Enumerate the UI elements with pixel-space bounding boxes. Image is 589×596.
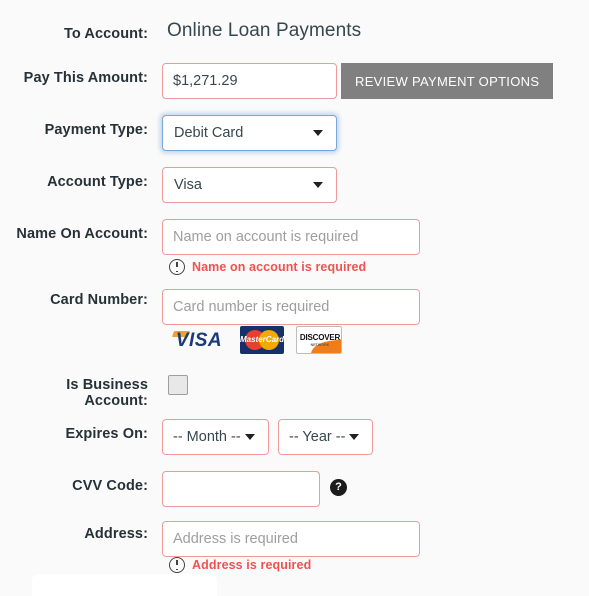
visa-logo-text: VISA bbox=[175, 330, 223, 351]
cvv-code-label: CVV Code: bbox=[72, 478, 148, 494]
chevron-down-icon bbox=[313, 130, 323, 136]
pay-amount-label: Pay This Amount: bbox=[23, 70, 148, 86]
alert-circle-icon bbox=[169, 259, 185, 275]
row-expires-on: Expires On: -- Month -- -- Year -- bbox=[0, 410, 589, 462]
name-on-account-label: Name On Account: bbox=[16, 226, 148, 242]
name-error-field: Name on account is required bbox=[162, 258, 589, 275]
row-payment-type: Payment Type: Debit Card bbox=[0, 106, 589, 158]
address-input[interactable] bbox=[162, 521, 420, 557]
expiry-month-select[interactable]: -- Month -- bbox=[162, 419, 269, 455]
name-on-account-group bbox=[162, 210, 589, 255]
row-account-type: Account Type: Visa bbox=[0, 158, 589, 210]
address-error-field: Address is required bbox=[162, 556, 589, 573]
mastercard-logo-text: MasterCard bbox=[240, 335, 284, 344]
mastercard-icon: MasterCard bbox=[240, 326, 284, 354]
is-business-account-checkbox[interactable] bbox=[168, 375, 188, 395]
accepted-cards-field: VISA MasterCard DISCOVER NETWORK bbox=[162, 324, 589, 354]
chevron-down-icon bbox=[245, 434, 255, 440]
discover-logo-subtext: NETWORK bbox=[310, 343, 330, 347]
expires-on-label: Expires On: bbox=[65, 426, 148, 442]
pay-amount-group: REVIEW PAYMENT OPTIONS bbox=[162, 54, 589, 99]
name-on-account-error-text: Name on account is required bbox=[192, 260, 367, 274]
cvv-code-input[interactable] bbox=[162, 471, 320, 507]
expiry-year-select[interactable]: -- Year -- bbox=[278, 419, 373, 455]
accepted-card-logos: VISA MasterCard DISCOVER NETWORK bbox=[162, 324, 589, 354]
is-business-account-label: Is Business Account: bbox=[66, 377, 148, 409]
row-address: Address: bbox=[0, 512, 589, 557]
payment-type-field: Debit Card bbox=[162, 106, 589, 151]
is-business-account-field bbox=[162, 366, 589, 395]
chevron-down-icon bbox=[313, 182, 323, 188]
visa-icon: VISA bbox=[170, 327, 228, 353]
discover-icon: DISCOVER NETWORK bbox=[296, 326, 342, 354]
account-type-selected-value: Visa bbox=[174, 177, 202, 193]
row-to-account: To Account: Online Loan Payments bbox=[0, 8, 589, 54]
card-number-field bbox=[162, 280, 589, 325]
row-name-on-account-error: Name on account is required bbox=[0, 258, 589, 280]
payment-type-label: Payment Type: bbox=[44, 122, 148, 138]
address-label: Address: bbox=[84, 526, 148, 542]
discover-logo-text: DISCOVER bbox=[299, 333, 341, 342]
account-type-group: Visa bbox=[162, 158, 589, 203]
to-account-label: To Account: bbox=[63, 26, 148, 42]
to-account-value: Online Loan Payments bbox=[167, 20, 362, 41]
account-type-field: Visa bbox=[162, 158, 589, 203]
row-cvv-code: CVV Code: ? bbox=[0, 462, 589, 512]
row-name-on-account: Name On Account: bbox=[0, 210, 589, 258]
payment-form: To Account: Online Loan Payments Pay Thi… bbox=[0, 0, 589, 578]
bottom-page-artifact bbox=[32, 574, 217, 596]
name-on-account-error-message: Name on account is required bbox=[162, 258, 589, 275]
chevron-down-icon bbox=[349, 434, 359, 440]
row-pay-this-amount: Pay This Amount: REVIEW PAYMENT OPTIONS bbox=[0, 54, 589, 106]
help-circle-icon[interactable]: ? bbox=[330, 479, 347, 496]
to-account-field: Online Loan Payments bbox=[162, 8, 589, 42]
expires-on-field: -- Month -- -- Year -- bbox=[162, 410, 589, 455]
pay-amount-field: REVIEW PAYMENT OPTIONS bbox=[162, 54, 589, 99]
row-accepted-cards: VISA MasterCard DISCOVER NETWORK bbox=[0, 324, 589, 366]
account-type-select[interactable]: Visa bbox=[162, 167, 337, 203]
card-number-label: Card Number: bbox=[50, 292, 148, 308]
payment-type-select[interactable]: Debit Card bbox=[162, 115, 337, 151]
review-payment-options-button[interactable]: REVIEW PAYMENT OPTIONS bbox=[341, 63, 554, 99]
card-number-group bbox=[162, 280, 589, 325]
row-is-business-account: Is Business Account: bbox=[0, 366, 589, 410]
address-group bbox=[162, 512, 589, 557]
name-on-account-field bbox=[162, 210, 589, 255]
pay-amount-input[interactable] bbox=[162, 63, 337, 99]
name-on-account-input[interactable] bbox=[162, 219, 420, 255]
account-type-label: Account Type: bbox=[47, 174, 148, 190]
cvv-code-field: ? bbox=[162, 462, 589, 507]
payment-type-selected-value: Debit Card bbox=[174, 125, 244, 141]
payment-type-group: Debit Card bbox=[162, 106, 589, 151]
cvv-code-group: ? bbox=[162, 462, 589, 507]
expires-on-group: -- Month -- -- Year -- bbox=[162, 410, 589, 455]
address-error-text: Address is required bbox=[192, 558, 312, 572]
card-number-input[interactable] bbox=[162, 289, 420, 325]
row-card-number: Card Number: bbox=[0, 280, 589, 325]
alert-circle-icon bbox=[169, 557, 185, 573]
address-error-message: Address is required bbox=[162, 556, 589, 573]
address-field bbox=[162, 512, 589, 557]
